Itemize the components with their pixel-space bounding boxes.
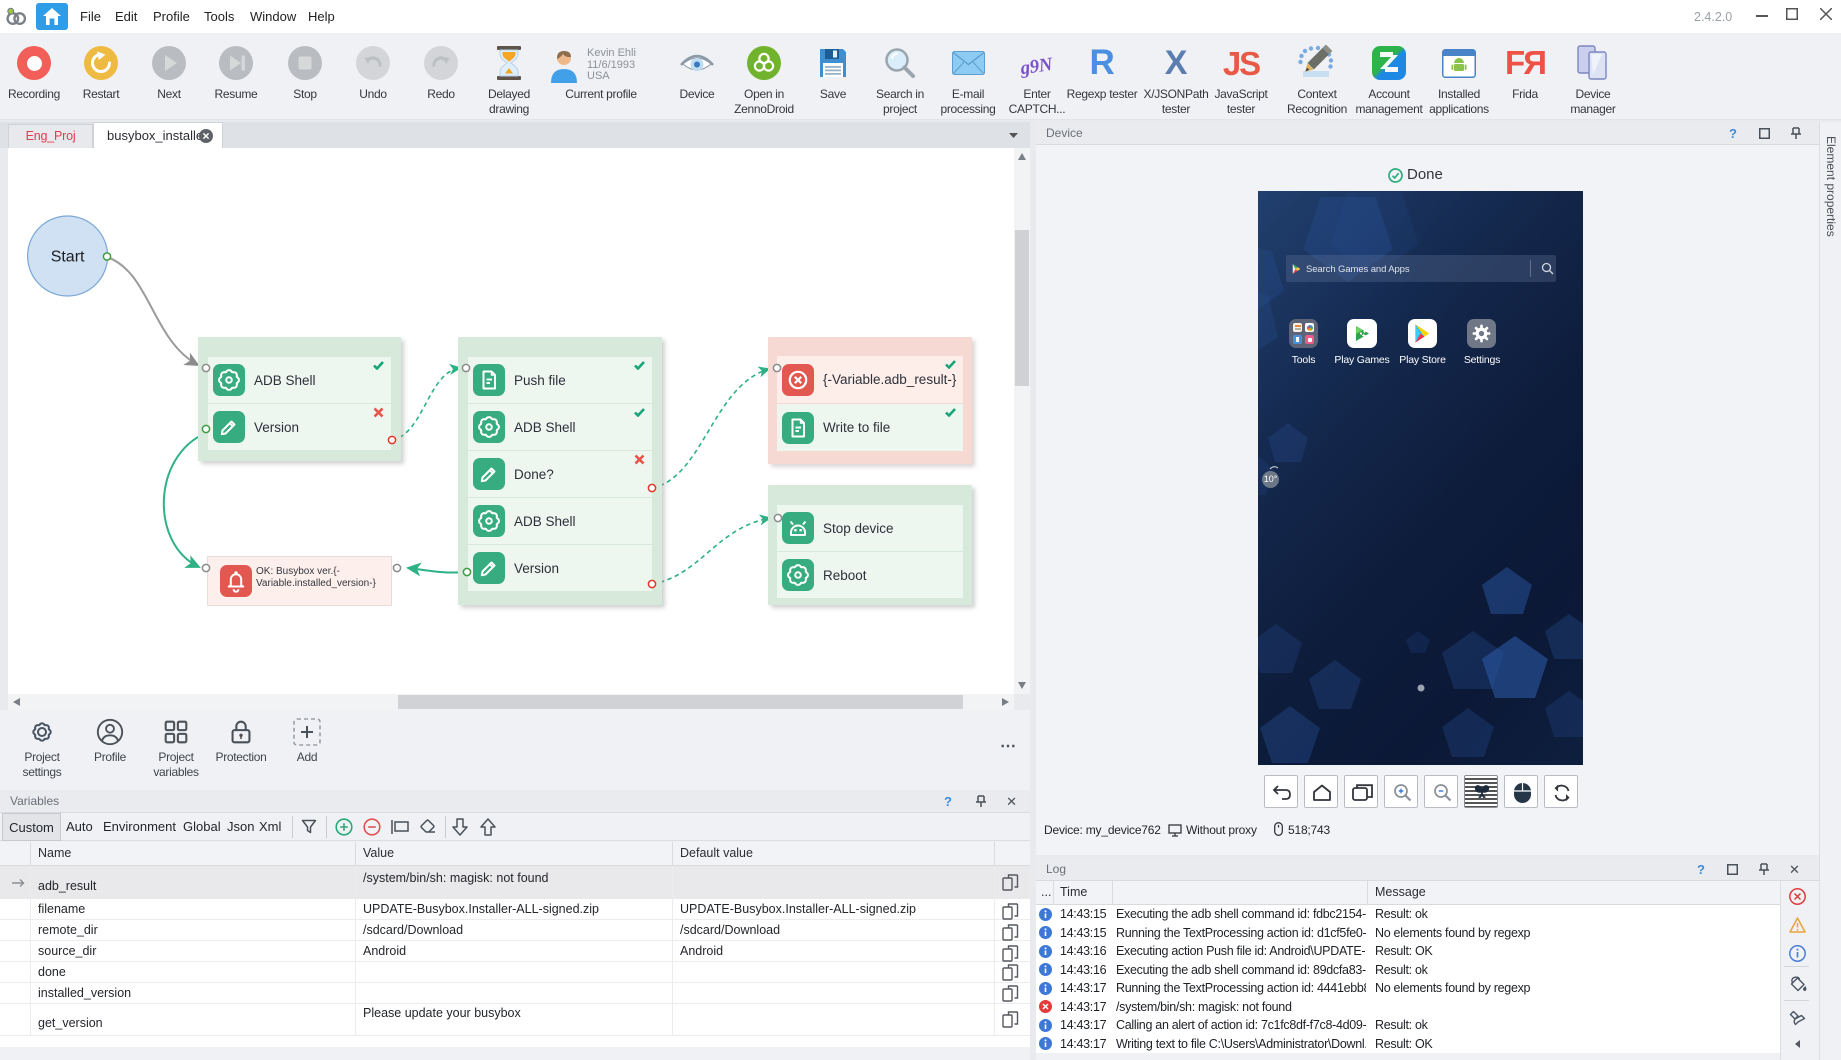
svg-text:Start: Start bbox=[51, 249, 85, 266]
svg-text:g9N: g9N bbox=[1018, 54, 1055, 78]
